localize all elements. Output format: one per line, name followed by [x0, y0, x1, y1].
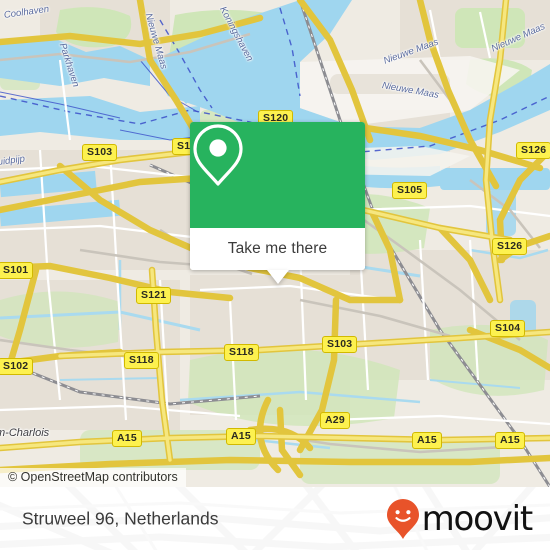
map-label: m-Charlois	[0, 427, 50, 439]
road-shield: S102	[0, 358, 34, 375]
page-footer: Struweel 96, Netherlands moovit	[0, 487, 550, 550]
road-shield: A15	[412, 432, 442, 449]
road-shield: S105	[392, 182, 428, 199]
location-title: Struweel 96, Netherlands	[22, 508, 219, 528]
road-shield: S103	[322, 336, 358, 353]
location-popup[interactable]: Take me there	[190, 122, 365, 284]
map-pin-icon	[193, 124, 243, 186]
road-shield: S126	[516, 142, 550, 159]
road-shield: S103	[82, 144, 118, 161]
road-shield: A29	[320, 412, 350, 429]
road-shield: S126	[492, 238, 528, 255]
take-me-there-label: Take me there	[227, 240, 328, 257]
moovit-map-page: S120 S103 S126 S12 S105 S126 S101 S121 S104 S102 S…	[0, 0, 550, 550]
map-canvas[interactable]: S120 S103 S126 S12 S105 S126 S101 S121 S104 S102 S…	[0, 0, 550, 487]
road-shield: S101	[0, 262, 34, 279]
moovit-wordmark: moovit	[421, 498, 534, 539]
road-shield: A15	[226, 428, 256, 445]
popup-header	[190, 122, 365, 228]
moovit-smiley-pin-icon	[386, 498, 419, 539]
popup-card[interactable]: Take me there	[190, 122, 365, 270]
popup-tail	[266, 270, 289, 284]
road-shield: S118	[224, 344, 259, 361]
road-shield: A15	[112, 430, 142, 447]
road-shield: S104	[490, 320, 526, 337]
road-shield: S118	[124, 352, 159, 369]
road-shield: A15	[495, 432, 525, 449]
map-attribution[interactable]: © OpenStreetMap contributors	[0, 468, 186, 487]
take-me-there-button[interactable]: Take me there	[190, 228, 365, 270]
road-shield: S121	[136, 287, 172, 304]
moovit-logo[interactable]: moovit	[386, 498, 534, 540]
